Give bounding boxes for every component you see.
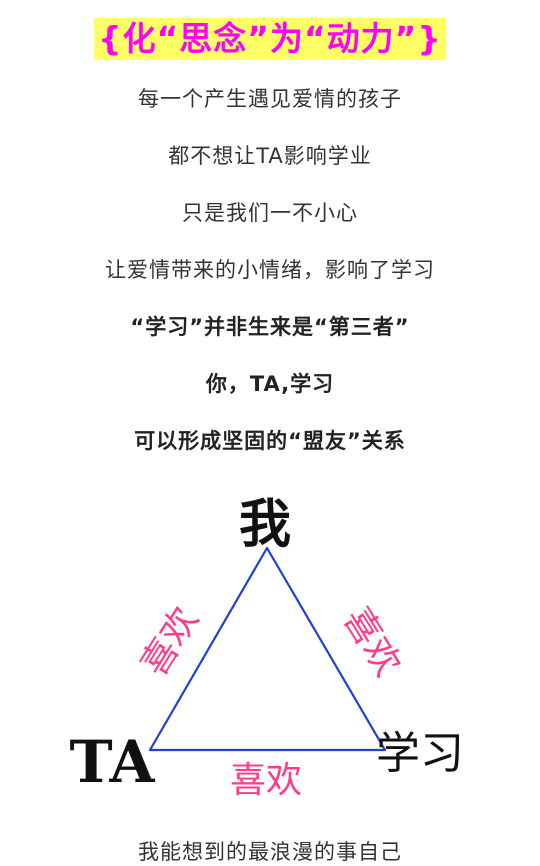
- node-label-me: 我: [239, 494, 291, 555]
- node-label-study: 学习: [376, 728, 464, 779]
- paragraph-line-7: 可以形成坚固的“盟友”关系: [134, 429, 406, 453]
- node-label-ta: TA: [70, 728, 156, 796]
- article-page: {化“思念”为“动力”} 每一个产生遇见爱情的孩子 都不想让TA影响学业 只是我…: [0, 0, 540, 864]
- relationship-triangle-diagram: 我 TA 学习 喜欢 喜欢 喜欢: [70, 494, 465, 801]
- article-title: {化“思念”为“动力”}: [94, 18, 446, 60]
- paragraph-line-2: 都不想让TA影响学业: [168, 144, 372, 168]
- partial-next-line: 我能想到的最浪漫的事自己: [138, 840, 402, 864]
- paragraph-line-1: 每一个产生遇见爱情的孩子: [138, 87, 402, 111]
- edge-label-right: 喜欢: [335, 601, 408, 684]
- edge-label-bottom: 喜欢: [230, 760, 302, 801]
- paragraph-line-4: 让爱情带来的小情绪，影响了学习: [105, 258, 435, 282]
- paragraph-line-5: “学习”并非生来是“第三者”: [130, 315, 410, 339]
- title-container: {化“思念”为“动力”}: [0, 18, 540, 60]
- paragraph-line-3: 只是我们一不小心: [182, 201, 358, 225]
- paragraph-line-6: 你，TA,学习: [205, 372, 335, 396]
